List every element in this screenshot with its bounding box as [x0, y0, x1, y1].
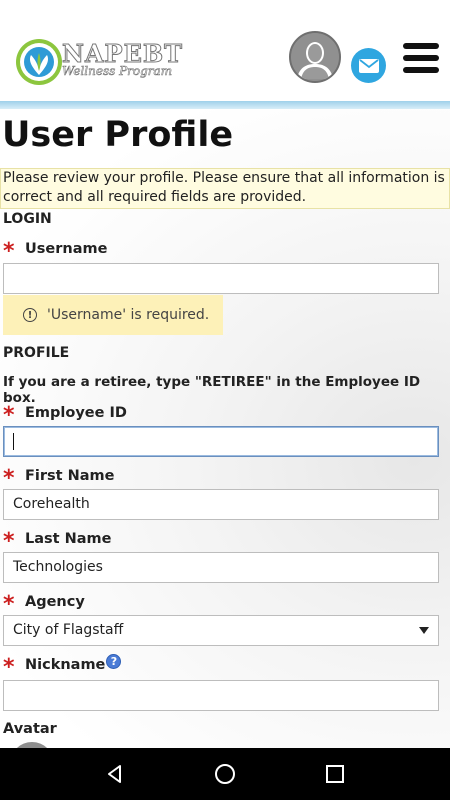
agency-select[interactable]: City of Flagstaff	[3, 615, 439, 646]
page-title: User Profile	[2, 115, 234, 155]
mail-button[interactable]	[351, 48, 386, 83]
mail-icon	[358, 58, 379, 73]
hamburger-menu-button[interactable]	[403, 43, 439, 73]
agency-label: * Agency	[3, 592, 85, 617]
profile-avatar-button[interactable]	[289, 31, 341, 83]
recents-icon	[326, 765, 344, 783]
required-marker: *	[3, 529, 15, 554]
status-bar	[0, 0, 450, 27]
username-input[interactable]	[3, 263, 439, 294]
header-divider	[0, 101, 450, 109]
username-label-text: Username	[25, 241, 108, 257]
required-marker: *	[3, 592, 15, 617]
home-icon	[215, 764, 235, 784]
agency-selected-value: City of Flagstaff	[13, 622, 124, 638]
logo-text: NAPEBT Wellness Program	[61, 39, 183, 79]
app-header: NAPEBT Wellness Program	[0, 27, 450, 103]
text-caret	[13, 433, 14, 450]
back-button[interactable]	[100, 759, 130, 789]
avatar-label: Avatar	[3, 721, 57, 737]
review-notice: Please review your profile. Please ensur…	[0, 168, 450, 209]
nickname-label: * Nickname ?	[3, 653, 122, 680]
employee-id-input[interactable]	[3, 426, 439, 457]
back-icon	[108, 765, 121, 783]
nickname-input[interactable]	[3, 680, 439, 711]
username-error-message: ! 'Username' is required.	[3, 295, 223, 335]
first-name-label: * First Name	[3, 466, 115, 491]
username-error-text: 'Username' is required.	[47, 307, 210, 323]
first-name-input[interactable]: Corehealth	[3, 489, 439, 520]
logo-subtitle: Wellness Program	[62, 64, 173, 79]
retiree-hint: If you are a retiree, type "RETIREE" in …	[3, 374, 421, 406]
nickname-label-text: Nickname	[25, 657, 106, 673]
login-section-label: LOGIN	[3, 211, 52, 227]
menu-line	[403, 67, 439, 73]
menu-line	[403, 55, 439, 61]
required-marker: *	[3, 403, 15, 428]
recents-button[interactable]	[320, 759, 350, 789]
dropdown-arrow-icon	[419, 627, 429, 634]
agency-label-text: Agency	[25, 594, 85, 610]
profile-form: User Profile Please review your profile.…	[0, 109, 450, 748]
user-silhouette-icon	[291, 33, 339, 81]
required-marker: *	[3, 655, 15, 680]
help-icon[interactable]: ?	[106, 653, 122, 669]
profile-section-label: PROFILE	[3, 345, 70, 361]
alert-circle-icon: !	[23, 308, 37, 322]
android-nav-bar	[0, 748, 450, 800]
required-marker: *	[3, 239, 15, 264]
employee-id-label-text: Employee ID	[25, 405, 127, 421]
required-marker: *	[3, 466, 15, 491]
menu-line	[403, 43, 439, 49]
napebt-logo[interactable]: NAPEBT Wellness Program	[14, 35, 183, 89]
last-name-label: * Last Name	[3, 529, 112, 554]
username-label: * Username	[3, 239, 108, 264]
logo-emblem-icon	[16, 39, 62, 85]
employee-id-label: * Employee ID	[3, 403, 127, 428]
first-name-label-text: First Name	[25, 468, 115, 484]
last-name-input[interactable]: Technologies	[3, 552, 439, 583]
home-button[interactable]	[210, 759, 240, 789]
last-name-label-text: Last Name	[25, 531, 112, 547]
